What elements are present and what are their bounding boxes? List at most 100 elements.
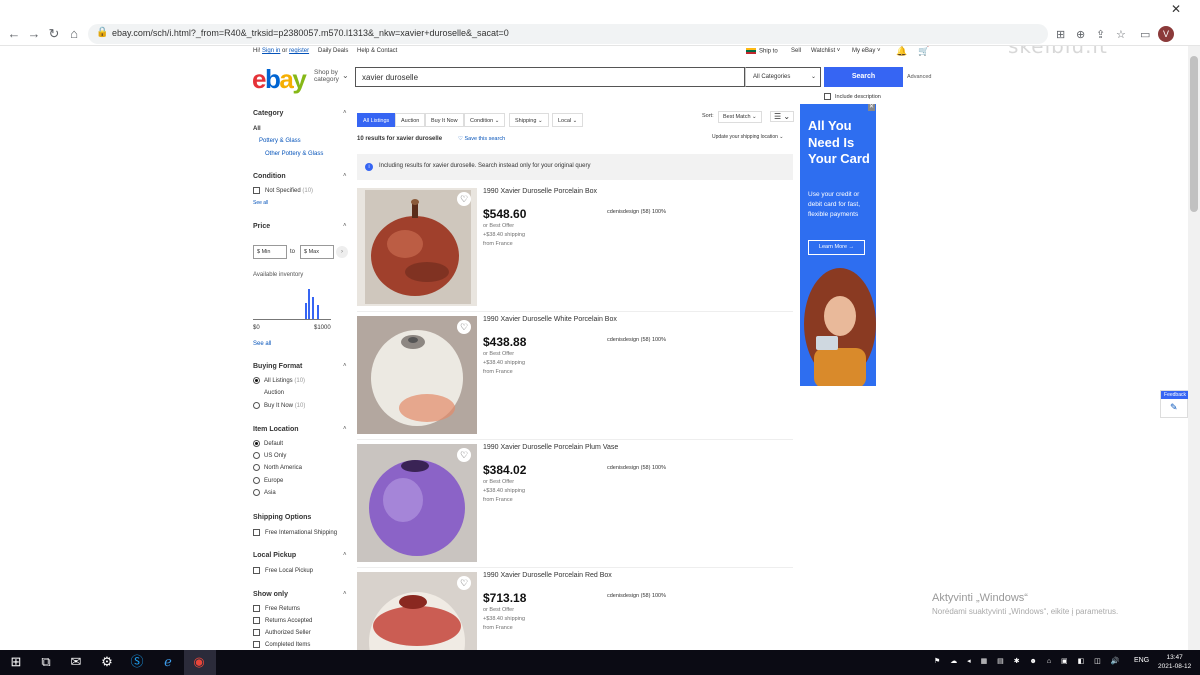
edge-icon[interactable]: ℯ bbox=[160, 654, 176, 670]
watch-heart-icon[interactable]: ♡ bbox=[457, 448, 471, 462]
radio-us-only[interactable] bbox=[253, 452, 260, 459]
sidepanel-icon[interactable]: ▭ bbox=[1140, 28, 1150, 41]
condition-checkbox[interactable] bbox=[253, 187, 260, 194]
radio-buy-it-now[interactable] bbox=[253, 402, 260, 409]
checkbox-authorized-seller[interactable] bbox=[253, 629, 260, 636]
scrollbar-thumb[interactable] bbox=[1190, 56, 1198, 212]
settings-gear-icon[interactable]: ⚙ bbox=[99, 654, 115, 670]
address-url[interactable]: ebay.com/sch/i.html?_from=R40&_trksid=p2… bbox=[112, 28, 509, 38]
tab-buy-it-now[interactable]: Buy It Now bbox=[425, 113, 464, 127]
filter-local[interactable]: Local ⌄ bbox=[552, 113, 584, 127]
free-local-pickup[interactable]: Free Local Pickup bbox=[265, 568, 313, 574]
help-contact-link[interactable]: Help & Contact bbox=[357, 48, 397, 54]
condition-not-specified[interactable]: Not Specified (10) bbox=[265, 188, 313, 194]
share-icon[interactable]: ⇪ bbox=[1096, 28, 1105, 41]
checkbox-free-local-pickup[interactable] bbox=[253, 567, 260, 574]
checkbox-free-returns[interactable] bbox=[253, 605, 260, 612]
list-item[interactable]: ♡ 1990 Xavier Duroselle Porcelain Box $5… bbox=[357, 184, 793, 312]
location-asia[interactable]: Asia bbox=[264, 490, 276, 496]
category-other-pottery[interactable]: Other Pottery & Glass bbox=[265, 151, 323, 157]
buying-buy-it-now[interactable]: Buy It Now (10) bbox=[264, 403, 305, 409]
free-returns[interactable]: Free Returns bbox=[265, 606, 300, 612]
price-min-input[interactable]: $ Min bbox=[253, 245, 287, 259]
language-indicator[interactable]: ENG bbox=[1134, 657, 1149, 664]
category-pottery-glass[interactable]: Pottery & Glass bbox=[259, 138, 301, 144]
tab-auction[interactable]: Auction bbox=[395, 113, 426, 127]
search-button[interactable]: Search bbox=[824, 67, 903, 87]
location-default[interactable]: Default bbox=[264, 441, 283, 447]
profile-avatar[interactable]: V bbox=[1158, 26, 1174, 42]
my-ebay-link[interactable]: My eBay ˅ bbox=[852, 48, 881, 54]
advertisement[interactable]: ✕ All You Need Is Your Card Use your cre… bbox=[800, 104, 876, 386]
radio-default[interactable] bbox=[253, 440, 260, 447]
location-europe[interactable]: Europe bbox=[264, 478, 283, 484]
list-item[interactable]: ♡ 1990 Xavier Duroselle White Porcelain … bbox=[357, 312, 793, 440]
watch-heart-icon[interactable]: ♡ bbox=[457, 192, 471, 206]
address-bar[interactable]: 🔒 ebay.com/sch/i.html?_from=R40&_trksid=… bbox=[88, 24, 1048, 44]
free-intl-shipping[interactable]: Free International Shipping bbox=[265, 530, 337, 536]
location-north-america[interactable]: North America bbox=[264, 465, 302, 471]
chevron-up-icon[interactable]: ˄ bbox=[343, 552, 347, 558]
category-all[interactable]: All bbox=[253, 126, 261, 132]
feedback-button[interactable]: Feedback ✎ bbox=[1160, 390, 1189, 418]
buying-all-listings[interactable]: All Listings (10) bbox=[264, 378, 305, 384]
radio-europe[interactable] bbox=[253, 477, 260, 484]
checkbox-free-intl-shipping[interactable] bbox=[253, 529, 260, 536]
chevron-up-icon[interactable]: ˄ bbox=[343, 426, 347, 432]
clock[interactable]: 13:47 2021-08-12 bbox=[1158, 653, 1191, 671]
chrome-icon[interactable]: ◉ bbox=[191, 654, 207, 670]
skype-icon[interactable]: Ⓢ bbox=[129, 654, 145, 670]
location-us-only[interactable]: US Only bbox=[264, 453, 286, 459]
price-max-input[interactable]: $ Max bbox=[300, 245, 334, 259]
price-submit-button[interactable]: › bbox=[336, 246, 348, 258]
home-icon[interactable]: ⌂ bbox=[66, 27, 82, 41]
watch-heart-icon[interactable]: ♡ bbox=[457, 320, 471, 334]
chevron-up-icon[interactable]: ˄ bbox=[343, 591, 347, 597]
completed-items[interactable]: Completed Items bbox=[265, 642, 310, 648]
checkbox-returns-accepted[interactable] bbox=[253, 617, 260, 624]
ebay-logo[interactable]: ebay bbox=[252, 64, 307, 95]
system-tray-icons[interactable]: ⚑ ☁ ◂ ▦ ▤ ✱ ☻ ⌂ ▣ ◧ ◫ 🔊 bbox=[934, 657, 1123, 665]
watchlist-link[interactable]: Watchlist ˅ bbox=[811, 48, 840, 54]
item-title[interactable]: 1990 Xavier Duroselle Porcelain Plum Vas… bbox=[483, 444, 618, 451]
checkbox[interactable] bbox=[824, 93, 831, 100]
see-all-link[interactable]: See all bbox=[253, 200, 268, 206]
radio-all-listings[interactable] bbox=[253, 377, 260, 384]
bookmark-star-icon[interactable]: ☆ bbox=[1116, 28, 1126, 41]
windows-start-icon[interactable]: ⊞ bbox=[8, 654, 24, 670]
see-all-link[interactable]: See all bbox=[253, 341, 271, 347]
reload-icon[interactable]: ↻ bbox=[46, 27, 62, 41]
chevron-up-icon[interactable]: ˄ bbox=[343, 363, 347, 369]
filter-condition[interactable]: Condition ⌄ bbox=[464, 113, 506, 127]
bell-icon[interactable]: 🔔 bbox=[896, 46, 907, 57]
checkbox-completed-items[interactable] bbox=[253, 641, 260, 648]
watch-heart-icon[interactable]: ♡ bbox=[457, 576, 471, 590]
include-description[interactable]: Include description bbox=[824, 93, 881, 100]
sign-in-link[interactable]: Sign in bbox=[262, 48, 280, 54]
item-image[interactable] bbox=[357, 316, 477, 434]
item-title[interactable]: 1990 Xavier Duroselle White Porcelain Bo… bbox=[483, 316, 617, 323]
radio-north-america[interactable] bbox=[253, 464, 260, 471]
forward-icon[interactable]: → bbox=[26, 27, 42, 41]
item-title[interactable]: 1990 Xavier Duroselle Porcelain Box bbox=[483, 188, 597, 195]
back-icon[interactable]: ← bbox=[6, 27, 22, 41]
translate-icon[interactable]: ⊞ bbox=[1056, 28, 1065, 41]
authorized-seller[interactable]: Authorized Seller bbox=[265, 630, 311, 636]
ad-learn-more-button[interactable]: Learn More → bbox=[808, 240, 865, 255]
item-image[interactable] bbox=[357, 444, 477, 562]
ad-close-icon[interactable]: ✕ bbox=[868, 104, 875, 111]
daily-deals-link[interactable]: Daily Deals bbox=[318, 48, 348, 54]
chevron-up-icon[interactable]: ˄ bbox=[343, 110, 347, 116]
item-title[interactable]: 1990 Xavier Duroselle Porcelain Red Box bbox=[483, 572, 612, 579]
advanced-search-link[interactable]: Advanced bbox=[907, 74, 931, 80]
item-image[interactable] bbox=[357, 188, 477, 306]
search-input[interactable]: xavier duroselle bbox=[355, 67, 745, 87]
sort-select[interactable]: Best Match ⌄ bbox=[718, 111, 762, 123]
buying-auction[interactable]: Auction bbox=[264, 390, 284, 396]
register-link[interactable]: register bbox=[289, 48, 309, 54]
filter-shipping[interactable]: Shipping ⌄ bbox=[509, 113, 549, 127]
task-view-icon[interactable]: ⧉ bbox=[38, 654, 54, 670]
chevron-up-icon[interactable]: ˄ bbox=[343, 173, 347, 179]
shop-by-category[interactable]: Shop by category ⌄ bbox=[314, 69, 349, 83]
window-close-button[interactable]: ✕ bbox=[1152, 0, 1200, 20]
